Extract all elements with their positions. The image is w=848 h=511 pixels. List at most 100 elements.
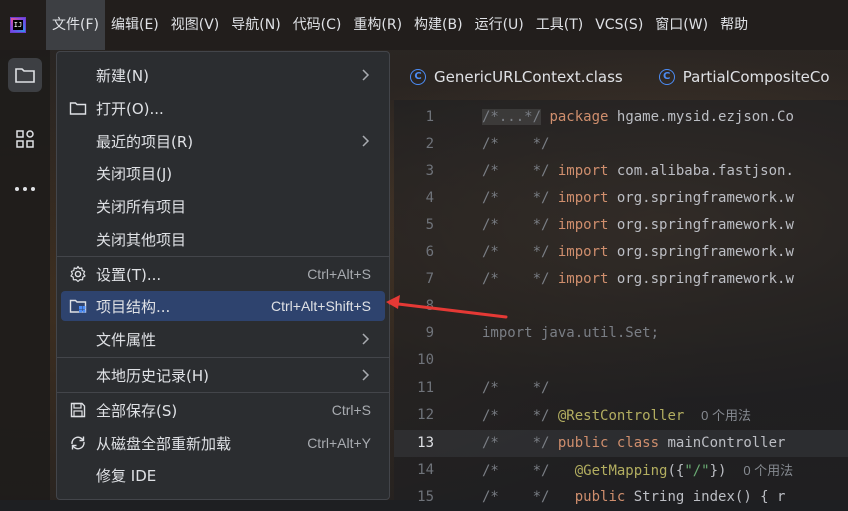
tab-genericurlcontext[interactable]: C GenericURLContext.class	[410, 68, 623, 86]
string-literal: "/"	[684, 463, 710, 479]
comment: /* */	[482, 435, 550, 451]
code-text: ({	[667, 463, 685, 479]
menu-tools[interactable]: 工具(T)	[530, 0, 589, 50]
code-line: 6 /* */ import org.springframework.w	[394, 239, 848, 266]
menu-item-local-history[interactable]: 本地历史记录(H)	[61, 360, 385, 390]
menu-item-label: 关闭所有项目	[96, 197, 187, 216]
menu-build[interactable]: 构建(B)	[408, 0, 469, 50]
gear-icon	[69, 265, 87, 283]
editor-tab-bar: C GenericURLContext.class C PartialCompo…	[394, 58, 848, 96]
code-editor[interactable]: 1 /*...*/ package hgame.mysid.ezjson.Co …	[394, 100, 848, 505]
line-number: 14	[417, 462, 434, 478]
folder-icon	[15, 68, 35, 83]
menu-item-label: 最近的项目(R)	[96, 132, 194, 151]
code-text: org.springframework.w	[608, 217, 794, 233]
line-number: 4	[425, 190, 434, 206]
menu-item-label: 文件属性	[96, 330, 157, 349]
code-line: 4 /* */ import org.springframework.w	[394, 185, 848, 212]
menu-edit[interactable]: 编辑(E)	[105, 0, 165, 50]
more-tools-button[interactable]	[8, 172, 42, 206]
line-number: 2	[425, 136, 434, 152]
keyword: public class	[557, 435, 660, 451]
folder-icon	[69, 99, 87, 117]
menu-item-reload-all[interactable]: 从磁盘全部重新加载 Ctrl+Alt+Y	[61, 428, 385, 458]
comment: /* */	[482, 244, 550, 260]
menu-item-repair-ide[interactable]: 修复 IDE	[61, 460, 385, 490]
code-line: 14 /* */ @GetMapping({"/"}) 0 个用法	[394, 457, 848, 484]
menu-item-shortcut: Ctrl+S	[331, 402, 371, 418]
line-number: 9	[425, 325, 434, 341]
project-structure-icon	[69, 297, 87, 315]
usage-hint[interactable]: 0 个用法	[701, 408, 751, 423]
tab-partialcomposite[interactable]: C PartialCompositeCo	[658, 68, 830, 86]
code-text: org.springframework.w	[608, 190, 794, 206]
line-number: 5	[425, 217, 434, 233]
chevron-right-icon	[362, 135, 370, 147]
keyword: import	[557, 217, 609, 233]
menu-item-project-structure[interactable]: 项目结构... Ctrl+Alt+Shift+S	[61, 291, 385, 321]
comment: /* */	[482, 136, 550, 152]
comment: /* */	[482, 163, 550, 179]
menu-item-close-all-projects[interactable]: 关闭所有项目	[61, 191, 385, 221]
line-number: 3	[425, 163, 434, 179]
code-text: String index() { r	[625, 489, 786, 505]
menu-item-label: 关闭项目(J)	[96, 164, 173, 183]
annotation: @RestController	[557, 408, 685, 424]
menu-vcs[interactable]: VCS(S)	[589, 0, 649, 50]
code-line: 5 /* */ import org.springframework.w	[394, 212, 848, 239]
menu-item-recent-projects[interactable]: 最近的项目(R)	[61, 126, 385, 156]
menu-item-close-other-projects[interactable]: 关闭其他项目	[61, 224, 385, 254]
menu-item-label: 关闭其他项目	[96, 230, 187, 249]
menu-item-file-properties[interactable]: 文件属性	[61, 324, 385, 354]
keyword: package	[549, 109, 609, 125]
comment: /* */	[482, 489, 550, 505]
code-line: 15 /* */ public String index() { r	[394, 484, 848, 511]
line-number: 7	[425, 271, 434, 287]
menu-separator	[57, 357, 389, 358]
menu-item-new[interactable]: 新建(N)	[61, 60, 385, 90]
menu-item-label: 本地历史记录(H)	[96, 366, 209, 385]
menu-file[interactable]: 文件(F)	[46, 0, 105, 50]
menu-item-settings[interactable]: 设置(T)... Ctrl+Alt+S	[61, 259, 385, 289]
code-text: com.alibaba.fastjson.	[608, 163, 794, 179]
menu-run[interactable]: 运行(U)	[469, 0, 530, 50]
file-menu-dropdown: 新建(N) 打开(O)... 最近的项目(R) 关闭项目(J) 关闭所有项目 关…	[56, 51, 390, 500]
more-icon	[15, 187, 35, 191]
menu-item-label: 项目结构...	[96, 297, 171, 316]
menu-item-shortcut: Ctrl+Alt+Y	[307, 435, 371, 451]
line-number: 15	[417, 489, 434, 505]
class-icon: C	[658, 69, 675, 85]
menu-item-save-all[interactable]: 全部保存(S) Ctrl+S	[61, 395, 385, 425]
menu-code[interactable]: 代码(C)	[287, 0, 348, 50]
line-number: 8	[425, 298, 434, 314]
code-line-current: 13 /* */ public class mainController	[394, 430, 848, 457]
menu-item-close-project[interactable]: 关闭项目(J)	[61, 158, 385, 188]
code-text: })	[709, 463, 727, 479]
menu-refactor[interactable]: 重构(R)	[347, 0, 408, 50]
code-line: 3 /* */ import com.alibaba.fastjson.	[394, 158, 848, 185]
tab-label: GenericURLContext.class	[434, 68, 623, 86]
code-text: org.springframework.w	[608, 244, 794, 260]
code-line: 7 /* */ import org.springframework.w	[394, 266, 848, 293]
menu-separator	[57, 392, 389, 393]
tab-label: PartialCompositeCo	[682, 68, 830, 86]
class-icon: C	[410, 69, 426, 85]
menu-navigate[interactable]: 导航(N)	[225, 0, 286, 50]
comment: /* */	[482, 217, 550, 233]
structure-tool-button[interactable]	[8, 122, 42, 156]
keyword: import	[557, 271, 609, 287]
menu-item-open[interactable]: 打开(O)...	[61, 93, 385, 123]
usage-hint[interactable]: 0 个用法	[743, 463, 793, 478]
menu-view[interactable]: 视图(V)	[165, 0, 226, 50]
keyword: import	[557, 163, 609, 179]
comment: /* */	[482, 408, 550, 424]
menu-help[interactable]: 帮助	[714, 0, 754, 50]
line-number: 13	[417, 435, 434, 451]
code-line: 11 /* */	[394, 375, 848, 402]
folded-comment[interactable]: /*...*/	[482, 109, 542, 125]
annotation: @GetMapping	[574, 463, 668, 479]
line-number: 6	[425, 244, 434, 260]
menu-item-label: 新建(N)	[96, 66, 149, 85]
project-tool-button[interactable]	[8, 58, 42, 92]
menu-window[interactable]: 窗口(W)	[649, 0, 714, 50]
